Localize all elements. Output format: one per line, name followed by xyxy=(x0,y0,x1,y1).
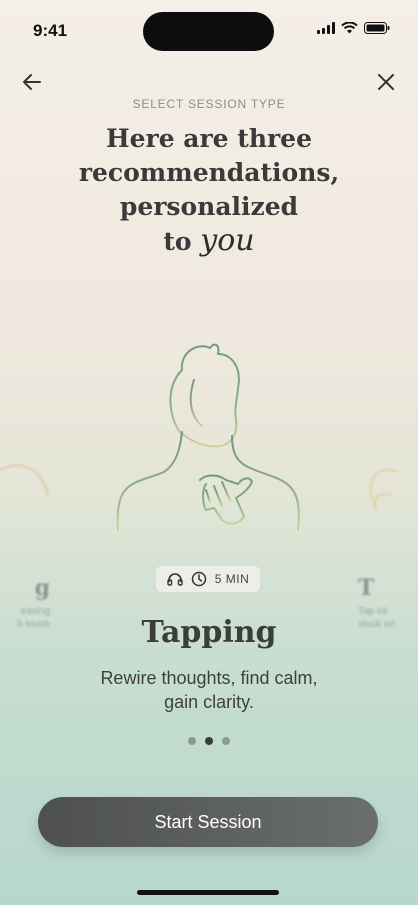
status-time: 9:41 xyxy=(33,21,68,40)
page-dot-1[interactable] xyxy=(188,737,196,745)
home-indicator[interactable] xyxy=(137,890,279,895)
side-card-left-title: g xyxy=(34,575,50,601)
session-meta-chip: 5 MIN xyxy=(156,566,260,592)
arrow-left-icon xyxy=(23,74,41,90)
page-dot-2-active[interactable] xyxy=(205,737,213,745)
status-bar: 9:41 xyxy=(0,0,418,60)
system-icons xyxy=(317,22,390,34)
dynamic-island xyxy=(143,12,274,51)
duration-label: 5 MIN xyxy=(214,572,250,586)
session-title: Tapping xyxy=(141,615,277,650)
side-illustration-right xyxy=(369,468,399,511)
side-illustration-left xyxy=(0,464,49,497)
headphones-icon xyxy=(167,573,183,586)
headline-to: to xyxy=(163,227,192,256)
back-button[interactable] xyxy=(18,68,46,96)
carousel-pagination[interactable] xyxy=(0,737,418,745)
headline-line-2: recommendations, xyxy=(78,158,340,187)
close-icon xyxy=(378,74,394,90)
page-title: Here are three recommendations, personal… xyxy=(40,122,378,259)
headline-you: you xyxy=(200,223,255,258)
close-button[interactable] xyxy=(372,68,400,96)
headline-line-1: Here are three xyxy=(106,124,312,153)
battery-icon xyxy=(364,22,390,34)
eyebrow-label: SELECT SESSION TYPE xyxy=(132,97,286,111)
page-dot-3[interactable] xyxy=(222,737,230,745)
headline-line-4: to you xyxy=(40,224,378,259)
clock-icon xyxy=(191,571,206,587)
session-description: Rewire thoughts, find calm, gain clarity… xyxy=(100,668,318,712)
wifi-icon xyxy=(341,22,358,34)
start-session-button[interactable]: Start Session xyxy=(38,797,378,847)
side-card-right-title: T xyxy=(358,575,375,601)
tapping-illustration xyxy=(116,343,300,531)
signal-icon xyxy=(317,22,335,34)
headline-line-3: personalized xyxy=(119,192,299,221)
